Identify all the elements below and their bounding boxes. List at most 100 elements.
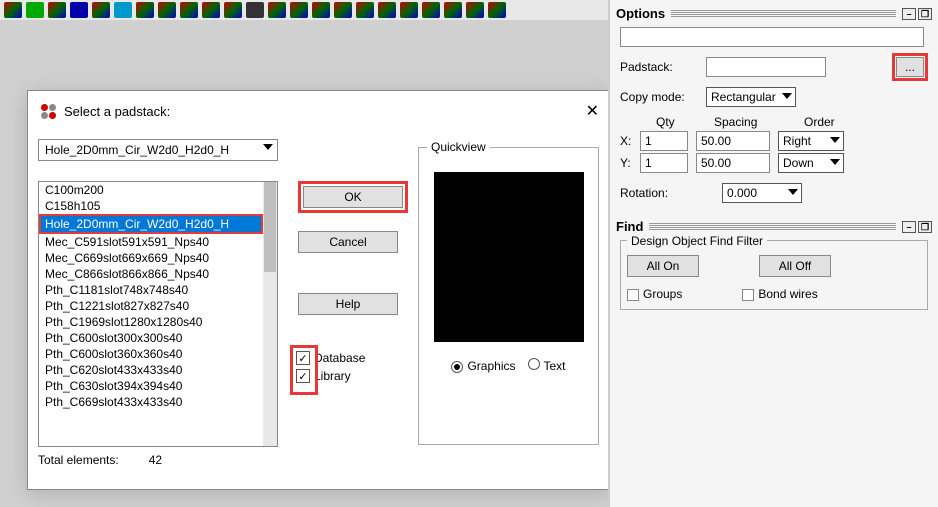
browse-button[interactable]: ... <box>896 57 924 77</box>
graphics-radio-label[interactable]: Graphics <box>451 359 515 373</box>
highlight-box <box>290 345 318 395</box>
qty-y-input[interactable] <box>640 153 688 173</box>
chevron-down-icon <box>782 93 792 99</box>
qty-x-input[interactable] <box>640 131 688 151</box>
chevron-down-icon <box>830 159 840 165</box>
toolbar-icon[interactable] <box>422 2 440 18</box>
quickview-preview <box>434 172 584 342</box>
order-header: Order <box>804 115 874 129</box>
padstack-label: Padstack: <box>620 60 698 74</box>
toolbar-icon[interactable] <box>290 2 308 18</box>
list-item[interactable]: Pth_C620slot433x433s40 <box>39 362 263 378</box>
options-title: Options <box>616 6 665 21</box>
options-panel: Options – ❐ Padstack: ... Copy mode: Rec… <box>616 6 932 203</box>
spacing-y-input[interactable] <box>696 153 770 173</box>
quickview-label: Quickview <box>427 140 490 154</box>
list-item[interactable]: Pth_C1221slot827x827s40 <box>39 298 263 314</box>
minimize-icon[interactable]: – <box>902 221 916 233</box>
list-item[interactable]: Pth_C1969slot1280x1280s40 <box>39 314 263 330</box>
find-panel: Find – ❐ Design Object Find Filter All O… <box>616 219 932 310</box>
ok-button[interactable]: OK <box>303 186 403 208</box>
minimize-icon[interactable]: – <box>902 8 916 20</box>
copy-mode-select[interactable]: Rectangular <box>706 87 796 107</box>
find-title: Find <box>616 219 643 234</box>
graphics-radio[interactable] <box>451 361 463 373</box>
toolbar-icon[interactable] <box>48 2 66 18</box>
y-label: Y: <box>620 156 640 170</box>
toolbar-icon[interactable] <box>92 2 110 18</box>
padstack-combo[interactable]: Hole_2D0mm_Cir_W2d0_H2d0_H <box>38 139 278 161</box>
rotation-select[interactable]: 0.000 <box>722 183 802 203</box>
chevron-down-icon <box>263 144 273 150</box>
side-panels: Options – ❐ Padstack: ... Copy mode: Rec… <box>608 0 938 507</box>
list-item[interactable]: Pth_C1181slot748x748s40 <box>39 282 263 298</box>
toolbar-icon[interactable] <box>158 2 176 18</box>
combo-value: Hole_2D0mm_Cir_W2d0_H2d0_H <box>45 143 229 157</box>
bond-checkbox[interactable] <box>742 289 754 301</box>
rotation-label: Rotation: <box>620 186 698 200</box>
groups-check-label[interactable]: Groups <box>627 287 682 301</box>
spacing-x-input[interactable] <box>696 131 770 151</box>
list-item[interactable]: Pth_C600slot360x360s40 <box>39 346 263 362</box>
toolbar-icon[interactable] <box>268 2 286 18</box>
list-item[interactable]: Pth_C600slot300x300s40 <box>39 330 263 346</box>
qty-header: Qty <box>656 115 714 129</box>
cancel-button[interactable]: Cancel <box>298 231 398 253</box>
toolbar-icon[interactable] <box>224 2 242 18</box>
toolbar-icon[interactable] <box>202 2 220 18</box>
scrollbar[interactable] <box>263 182 277 446</box>
list-item[interactable]: C100m200 <box>39 182 263 198</box>
all-off-button[interactable]: All Off <box>759 255 831 277</box>
dock-icon[interactable]: ❐ <box>918 8 932 20</box>
toolbar-icon[interactable] <box>334 2 352 18</box>
toolbar-icon[interactable] <box>466 2 484 18</box>
select-padstack-dialog: Select a padstack: ✕ Hole_2D0mm_Cir_W2d0… <box>27 90 612 490</box>
database-label: Database <box>314 351 365 365</box>
list-item[interactable]: C158h105 <box>39 198 263 214</box>
toolbar-icon[interactable] <box>246 2 264 18</box>
list-item[interactable]: Pth_C669slot433x433s40 <box>39 394 263 410</box>
toolbar-icon[interactable] <box>378 2 396 18</box>
toolbar-icon[interactable] <box>488 2 506 18</box>
order-x-select[interactable]: Right <box>778 131 844 151</box>
dock-icon[interactable]: ❐ <box>918 221 932 233</box>
list-item[interactable]: Mec_C866slot866x866_Nps40 <box>39 266 263 282</box>
chevron-down-icon <box>830 137 840 143</box>
list-item[interactable]: Mec_C591slot591x591_Nps40 <box>39 234 263 250</box>
padstack-icon <box>40 103 56 119</box>
total-elements: Total elements:42 <box>38 453 278 467</box>
toolbar-icon[interactable] <box>312 2 330 18</box>
toolbar-icon[interactable] <box>356 2 374 18</box>
toolbar-icon[interactable] <box>70 2 88 18</box>
bond-check-label[interactable]: Bond wires <box>742 287 817 301</box>
find-filter-legend: Design Object Find Filter <box>627 234 767 248</box>
options-text-input[interactable] <box>620 27 924 47</box>
list-item[interactable]: Mec_C669slot669x669_Nps40 <box>39 250 263 266</box>
all-on-button[interactable]: All On <box>627 255 699 277</box>
toolbar-icon[interactable] <box>4 2 22 18</box>
text-radio[interactable] <box>528 358 540 370</box>
library-label: Library <box>314 369 351 383</box>
text-radio-label[interactable]: Text <box>528 358 566 373</box>
list-item[interactable]: Pth_C630slot394x394s40 <box>39 378 263 394</box>
close-icon[interactable]: ✕ <box>586 101 599 121</box>
toolbar-icon[interactable] <box>444 2 462 18</box>
copy-mode-label: Copy mode: <box>620 90 698 104</box>
toolbar-icon[interactable] <box>180 2 198 18</box>
padstack-list[interactable]: C100m200C158h105Hole_2D0mm_Cir_W2d0_H2d0… <box>38 181 278 447</box>
dialog-title: Select a padstack: <box>64 104 170 119</box>
toolbar-icon[interactable] <box>114 2 132 18</box>
toolbar-icon[interactable] <box>136 2 154 18</box>
toolbar-icon[interactable] <box>26 2 44 18</box>
spacing-header: Spacing <box>714 115 804 129</box>
toolbar-icon[interactable] <box>400 2 418 18</box>
padstack-input[interactable] <box>706 57 826 77</box>
quickview-group: Quickview Graphics Text <box>418 147 599 445</box>
groups-checkbox[interactable] <box>627 289 639 301</box>
order-y-select[interactable]: Down <box>778 153 844 173</box>
x-label: X: <box>620 134 640 148</box>
list-item[interactable]: Hole_2D0mm_Cir_W2d0_H2d0_H <box>39 214 263 234</box>
find-filter-fieldset: Design Object Find Filter All On All Off… <box>620 240 928 310</box>
help-button[interactable]: Help <box>298 293 398 315</box>
chevron-down-icon <box>788 189 798 195</box>
